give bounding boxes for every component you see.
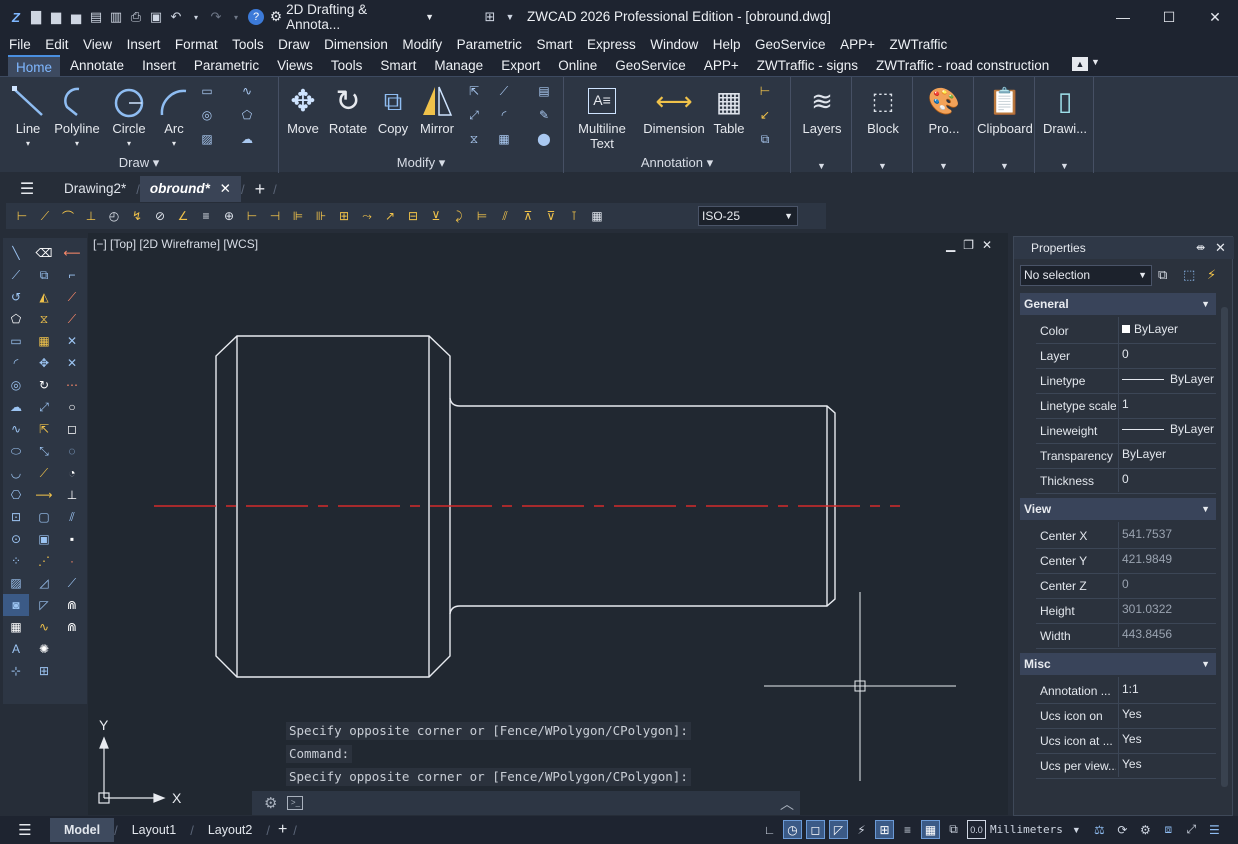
property-row[interactable]: Linetype ByLayer: [1036, 367, 1216, 394]
units-label[interactable]: Millimeters: [990, 820, 1063, 839]
general-section-header[interactable]: General ▼: [1020, 293, 1216, 315]
chevron-down-icon: ▼: [1138, 270, 1147, 280]
property-row[interactable]: Thickness 0: [1036, 467, 1216, 494]
ucs-y-label: Y: [99, 717, 109, 733]
command-settings-icon[interactable]: ⚙: [264, 794, 277, 812]
command-history-toggle-icon[interactable]: ︿: [780, 794, 794, 814]
units-icon: 0.0: [967, 820, 986, 839]
linetype-preview: [1122, 379, 1164, 381]
misc-section-header[interactable]: Misc ▼: [1020, 653, 1216, 675]
selection-dropdown[interactable]: No selection ▼: [1020, 265, 1152, 286]
crosshair-cursor: [764, 592, 956, 781]
layout-tab-layout2[interactable]: Layout2: [194, 818, 266, 842]
command-prompt-icon: >_: [287, 796, 304, 810]
toggle-pickadd-icon[interactable]: ⧉: [1158, 267, 1167, 283]
collapse-icon: ▼: [1201, 504, 1210, 514]
otrack-icon[interactable]: ◸: [829, 820, 848, 839]
polar-icon[interactable]: ◷: [783, 820, 802, 839]
dyn-ucs-icon[interactable]: ⚡: [852, 820, 871, 839]
properties-autohide-icon[interactable]: ⇼: [1196, 241, 1205, 254]
property-row[interactable]: Transparency ByLayer: [1036, 442, 1216, 469]
workspace-gear-icon[interactable]: ⚙: [1136, 820, 1155, 839]
annotation-scale-icon[interactable]: ⚖: [1090, 820, 1109, 839]
add-layout-icon[interactable]: +: [278, 821, 287, 839]
property-row[interactable]: Ucs per view... Yes: [1036, 752, 1216, 779]
tab-separator: /: [266, 822, 270, 838]
view-section-header[interactable]: View ▼: [1020, 498, 1216, 520]
command-history-line: Specify opposite corner or [Fence/WPolyg…: [286, 722, 691, 740]
property-row[interactable]: Linetype scale 1: [1036, 392, 1216, 419]
property-row[interactable]: Center X 541.7537: [1036, 522, 1216, 549]
osnap-icon[interactable]: ◻: [806, 820, 825, 839]
command-history-line: Specify opposite corner or [Fence/WPolyg…: [286, 768, 691, 786]
lineweight-icon[interactable]: ≡: [898, 820, 917, 839]
fullscreen-icon[interactable]: ⤢: [1182, 820, 1201, 839]
properties-panel: Properties ⇼ ✕ No selection ▼ ⧉ ⬚ ⚡ Gener…: [1013, 236, 1234, 816]
lock-ui-icon[interactable]: ⧈: [1159, 820, 1178, 839]
properties-close-icon[interactable]: ✕: [1215, 240, 1226, 256]
ucs-icon: [98, 736, 166, 804]
status-bar: ☰ Model / Layout1 / Layout2 / + / ∟ ◷ ◻ …: [0, 816, 1238, 844]
command-history-line: Command:: [286, 745, 353, 763]
property-row[interactable]: Lineweight ByLayer: [1036, 417, 1216, 444]
property-row[interactable]: Center Y 421.9849: [1036, 547, 1216, 574]
collapse-icon: ▼: [1201, 659, 1210, 669]
lineweight-preview: [1122, 429, 1164, 431]
command-input-bar[interactable]: ⚙ >_ ︿: [252, 791, 800, 815]
property-row[interactable]: Center Z0: [1036, 572, 1216, 599]
property-row[interactable]: Ucs icon on Yes: [1036, 702, 1216, 729]
ucs-x-label: X: [172, 790, 182, 806]
ortho-icon[interactable]: ∟: [760, 820, 779, 839]
property-row[interactable]: Height 301.0322: [1036, 597, 1216, 624]
annotation-visibility-icon[interactable]: ⟳: [1113, 820, 1132, 839]
property-row[interactable]: Width 443.8456: [1036, 622, 1216, 649]
dynamic-input-icon[interactable]: ⊞: [875, 820, 894, 839]
tab-separator: /: [293, 822, 297, 838]
property-row[interactable]: Annotation ... 1:1: [1036, 677, 1216, 704]
status-menu-icon[interactable]: ☰: [0, 821, 50, 839]
color-swatch: [1122, 325, 1130, 333]
property-row[interactable]: Ucs icon at ... Yes: [1036, 727, 1216, 754]
property-row[interactable]: Layer 0: [1036, 342, 1216, 369]
select-objects-icon[interactable]: ⬚: [1183, 267, 1195, 283]
layout-tab-layout1[interactable]: Layout1: [118, 818, 190, 842]
selection-cycling-icon[interactable]: ⧉: [944, 820, 963, 839]
layout-tab-model[interactable]: Model: [50, 818, 115, 842]
properties-scrollbar[interactable]: [1221, 307, 1228, 787]
customize-icon[interactable]: ☰: [1205, 820, 1224, 839]
selection-value: No selection: [1024, 268, 1091, 282]
property-row[interactable]: Color ByLayer: [1036, 317, 1216, 344]
transparency-icon[interactable]: ▦: [921, 820, 940, 839]
quick-select-icon[interactable]: ⚡: [1207, 267, 1216, 283]
collapse-icon: ▼: [1201, 299, 1210, 309]
units-dropdown-icon[interactable]: ▼: [1067, 820, 1086, 839]
